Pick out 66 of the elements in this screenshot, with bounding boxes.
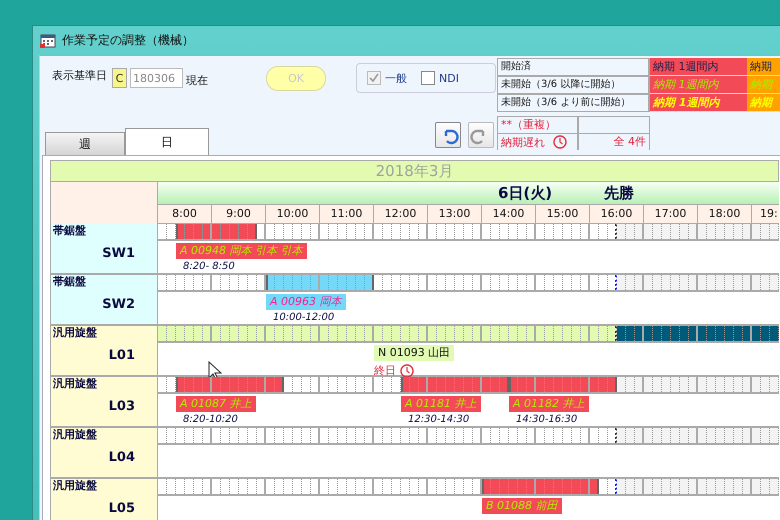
machine-group: 汎用旋盤: [53, 479, 157, 493]
job-label[interactable]: N 01093 山田: [374, 345, 454, 361]
filter-checkbox[interactable]: NDI: [421, 71, 459, 85]
calendar-icon: [40, 32, 56, 48]
view-tab[interactable]: 週: [45, 132, 125, 155]
machine-group: 汎用旋盤: [53, 326, 157, 340]
machine-group: 帯鋸盤: [53, 224, 157, 238]
legend-swatch: 納期 1週間内: [650, 58, 747, 76]
hour-label: 9:00: [212, 204, 266, 224]
late-count: 全 4件: [578, 133, 650, 150]
job-label[interactable]: A 00963 岡本: [266, 294, 346, 310]
legend-swatch: 納期: [747, 94, 780, 112]
hour-label: 10:00: [266, 204, 320, 224]
machine-code: L05: [108, 502, 136, 518]
legend-label: 未開始（3/6 より前に開始）: [497, 94, 650, 112]
job-label[interactable]: A 00948 岡本 引本 引本: [176, 243, 307, 259]
job-label[interactable]: A 01182 井上: [509, 396, 589, 412]
undo-button[interactable]: [435, 122, 461, 148]
job-label[interactable]: A 01181 井上: [401, 396, 481, 412]
base-date-label: 表示基準日: [52, 68, 107, 83]
empty-legend-cell: [578, 116, 650, 133]
hour-label: 19:: [752, 204, 779, 224]
current-label: 現在: [186, 73, 208, 88]
time-range: 終日: [374, 363, 396, 378]
time-range: 8:20-10:20: [183, 414, 238, 425]
hour-label: 16:00: [590, 204, 644, 224]
duplicate-label: **（重複）: [497, 116, 578, 133]
hour-label: 13:00: [428, 204, 482, 224]
time-range: 14:30-16:30: [516, 414, 578, 425]
check-icon: [368, 72, 380, 84]
hour-label: 18:00: [698, 204, 752, 224]
clock-icon: [400, 364, 414, 378]
time-range: 8:20- 8:50: [183, 261, 235, 272]
late-label: 納期遅れ: [501, 134, 545, 150]
hour-label: 8:00: [158, 204, 212, 224]
clock-icon: [553, 135, 567, 149]
legend-label: 未開始（3/6 以降に開始）: [497, 76, 650, 94]
date-input-field[interactable]: 180306: [130, 68, 183, 88]
legend-label: 開始済: [497, 58, 650, 76]
legend-swatch: 納期: [747, 58, 780, 76]
hour-label: 17:00: [644, 204, 698, 224]
machine-code: L04: [108, 451, 136, 467]
job-label[interactable]: A 01087 井上: [176, 396, 256, 412]
hour-label: 12:00: [374, 204, 428, 224]
view-tab[interactable]: 日: [125, 128, 209, 155]
calendar-button[interactable]: C: [112, 68, 127, 88]
legend-swatch: 納期 1週間内: [650, 76, 747, 94]
legend-swatch: 納期 1週間内: [650, 94, 747, 112]
hour-label: 15:00: [536, 204, 590, 224]
machine-group: 汎用旋盤: [53, 377, 157, 391]
time-range: 10:00-12:00: [273, 312, 334, 323]
job-label[interactable]: B 01088 前田: [482, 498, 562, 514]
hour-label: 11:00: [320, 204, 374, 224]
day-label: 6日(火): [498, 184, 552, 202]
machine-group: 帯鋸盤: [53, 275, 157, 289]
machine-group: 汎用旋盤: [53, 428, 157, 442]
legend-swatch: 納期: [747, 76, 780, 94]
time-range: 12:30-14:30: [408, 414, 470, 425]
machine-code: L03: [108, 400, 136, 416]
machine-code: SW2: [102, 298, 136, 314]
rokuyo-label: 先勝: [604, 184, 634, 202]
month-header: 2018年3月: [50, 160, 779, 181]
window-title: 作業予定の調整（機械）: [62, 32, 194, 49]
hour-label: 14:00: [482, 204, 536, 224]
machine-code: SW1: [102, 247, 136, 263]
machine-code: L01: [108, 349, 136, 365]
